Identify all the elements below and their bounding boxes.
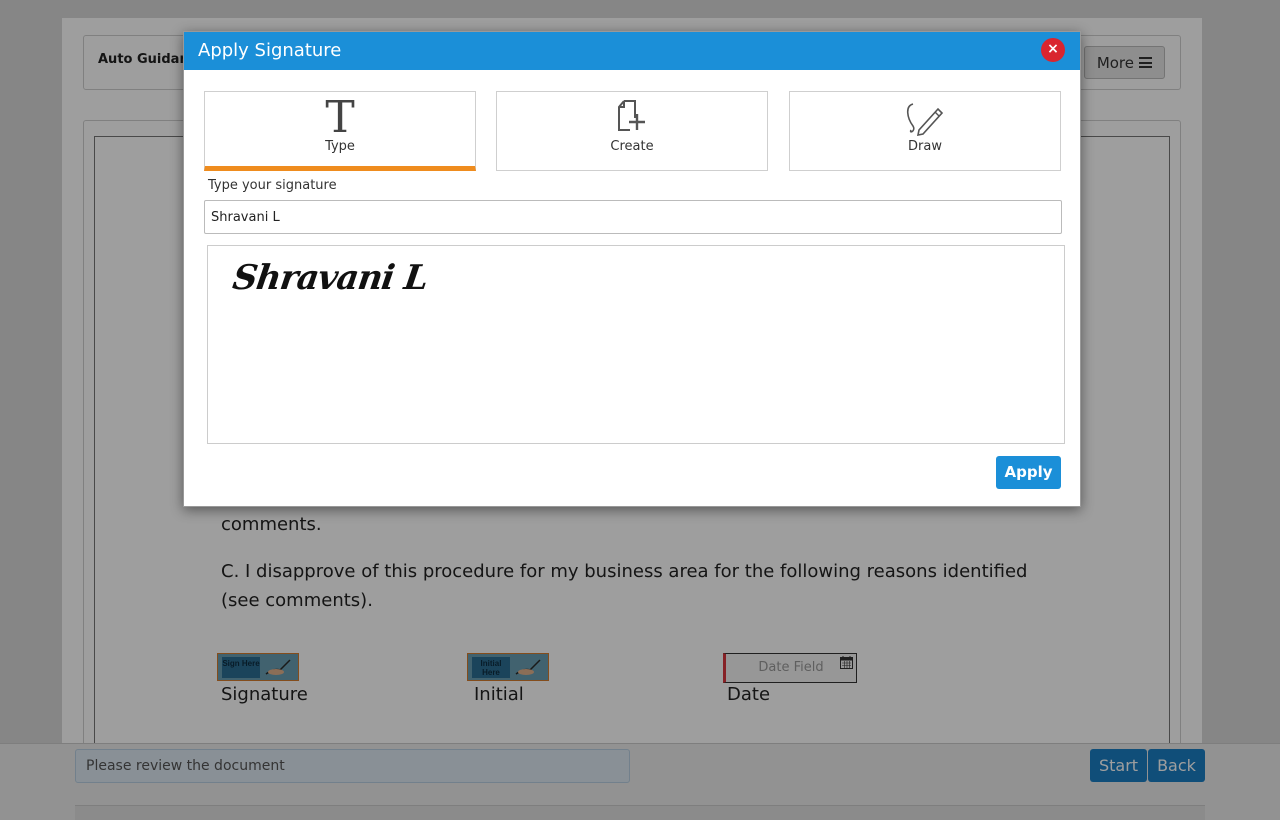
tab-type[interactable]: T Type: [204, 91, 476, 171]
tab-draw[interactable]: Draw: [789, 91, 1061, 171]
text-t-icon: T: [325, 92, 355, 143]
pen-draw-icon: [906, 103, 944, 136]
type-signature-label: Type your signature: [208, 178, 337, 193]
tab-create[interactable]: Create: [496, 91, 768, 171]
close-button[interactable]: ×: [1041, 38, 1065, 62]
signature-preview-text: Shravani L: [230, 258, 431, 298]
tab-create-label: Create: [610, 139, 654, 154]
apply-button[interactable]: Apply: [996, 456, 1061, 489]
tab-type-label: Type: [325, 139, 355, 154]
dialog-header: Apply Signature ×: [184, 32, 1080, 70]
signature-text-input[interactable]: [204, 200, 1062, 234]
signature-preview: Shravani L: [207, 245, 1065, 444]
apply-signature-dialog: Apply Signature × T Type Create Draw Typ…: [183, 31, 1081, 507]
tab-draw-label: Draw: [908, 139, 942, 154]
dialog-title: Apply Signature: [198, 40, 342, 61]
new-document-icon: [618, 100, 645, 131]
